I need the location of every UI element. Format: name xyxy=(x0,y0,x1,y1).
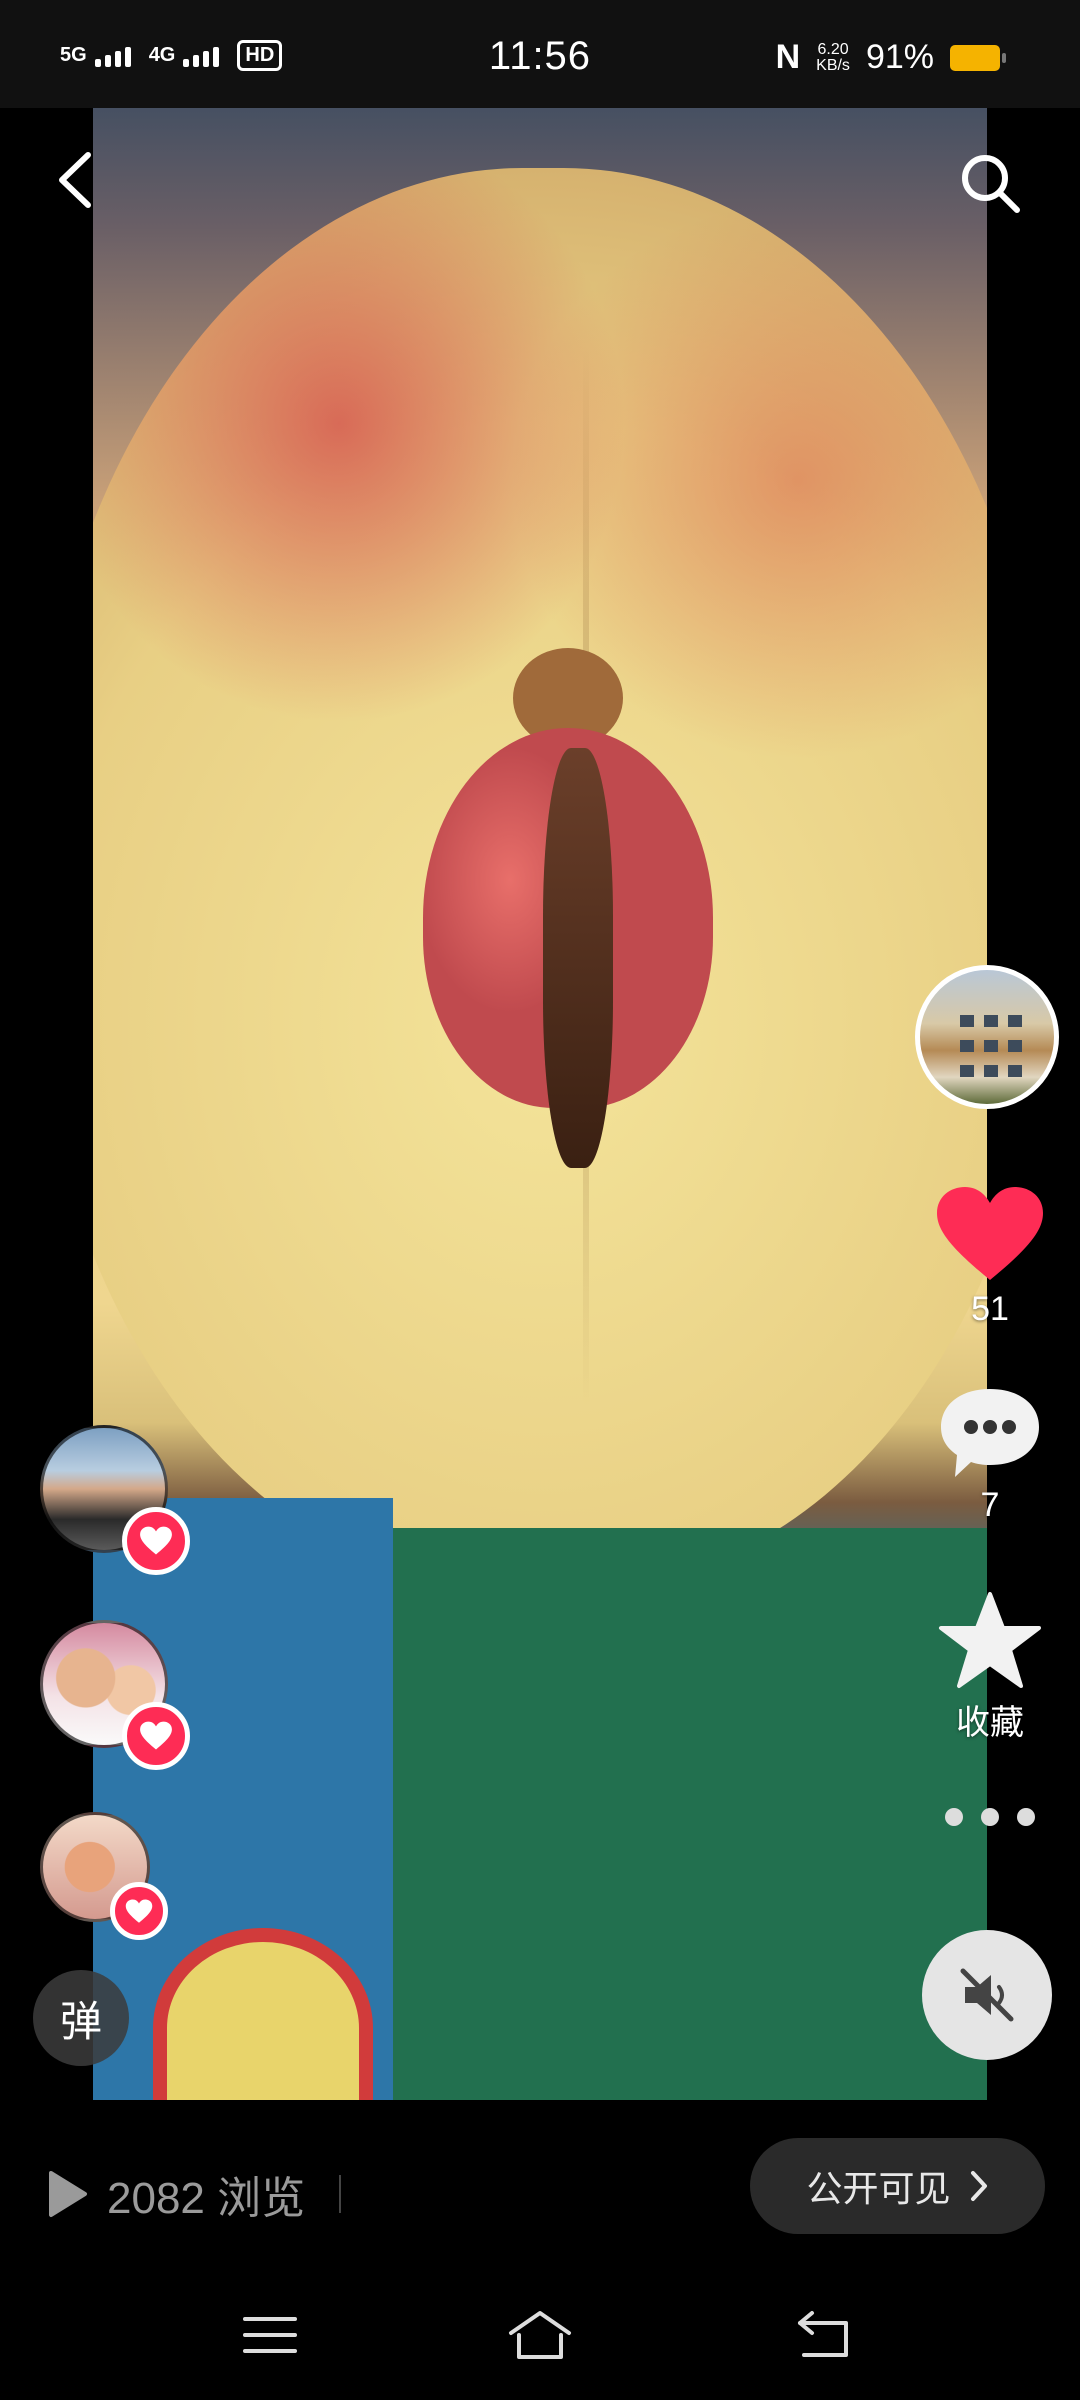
favorite-label: 收藏 xyxy=(956,1704,1024,1742)
liked-heart-badge xyxy=(110,1882,168,1940)
back-button[interactable] xyxy=(50,145,100,215)
status-bar: 5G 4G HD 11:56 N 6.20 KB/s 91% xyxy=(0,0,1080,108)
battery-percent: 91% xyxy=(865,38,934,76)
comment-button[interactable]: 7 xyxy=(920,1385,1060,1525)
danmu-label: 弹 xyxy=(59,1997,102,2045)
comment-count: 7 xyxy=(980,1486,1000,1524)
heart-icon xyxy=(125,1899,153,1923)
speaker-muted-icon xyxy=(960,1968,1014,2022)
favorite-button[interactable]: 收藏 xyxy=(920,1590,1060,1744)
recent-apps-button[interactable] xyxy=(235,2305,305,2365)
visibility-label: 公开可见 xyxy=(806,2168,951,2209)
chevron-left-icon xyxy=(59,152,91,208)
liked-heart-badge xyxy=(122,1507,190,1575)
more-dots-icon xyxy=(920,1808,1060,1826)
visibility-button[interactable]: 公开可见 xyxy=(750,2138,1045,2234)
return-icon xyxy=(798,2311,848,2357)
divider xyxy=(339,2175,342,2213)
video-player[interactable] xyxy=(93,108,987,2100)
mute-button[interactable] xyxy=(922,1930,1052,2060)
liked-heart-badge xyxy=(122,1702,190,1770)
author-avatar[interactable] xyxy=(915,965,1059,1109)
search-button[interactable] xyxy=(955,148,1025,218)
battery-icon xyxy=(950,44,1006,71)
liker-avatar[interactable] xyxy=(40,1620,190,1770)
nfc-icon: N xyxy=(775,38,801,76)
back-nav-button[interactable] xyxy=(790,2305,860,2365)
view-count: 2082 浏览 xyxy=(107,2174,306,2223)
network-speed-unit: KB/s xyxy=(816,56,850,74)
network-speed-value: 6.20 xyxy=(817,40,849,58)
heart-icon xyxy=(140,1721,172,1750)
view-stats: 2082 浏览 xyxy=(45,2162,342,2226)
star-icon xyxy=(939,1592,1041,1688)
home-button[interactable] xyxy=(505,2305,575,2365)
network-speed: 6.20 KB/s xyxy=(816,40,850,74)
like-button[interactable]: 51 xyxy=(920,1185,1060,1329)
comment-bubble-icon xyxy=(941,1389,1039,1477)
home-icon xyxy=(509,2311,571,2359)
peach-pit-crack xyxy=(543,748,613,1168)
chevron-right-icon xyxy=(970,2171,987,2201)
danmu-toggle-button[interactable]: 弹 xyxy=(33,1970,129,2066)
menu-icon xyxy=(243,2317,297,2353)
heart-icon xyxy=(140,1526,172,1555)
play-icon xyxy=(49,2171,87,2217)
status-icons-right: N 6.20 KB/s 91% xyxy=(775,38,1006,77)
like-count: 51 xyxy=(971,1290,1009,1328)
liker-avatar[interactable] xyxy=(40,1812,168,1940)
search-icon xyxy=(962,155,1020,213)
liker-avatar[interactable] xyxy=(40,1425,190,1575)
more-button[interactable] xyxy=(920,1808,1060,1826)
heart-icon xyxy=(937,1187,1043,1280)
background-green-mat xyxy=(393,1528,987,2100)
